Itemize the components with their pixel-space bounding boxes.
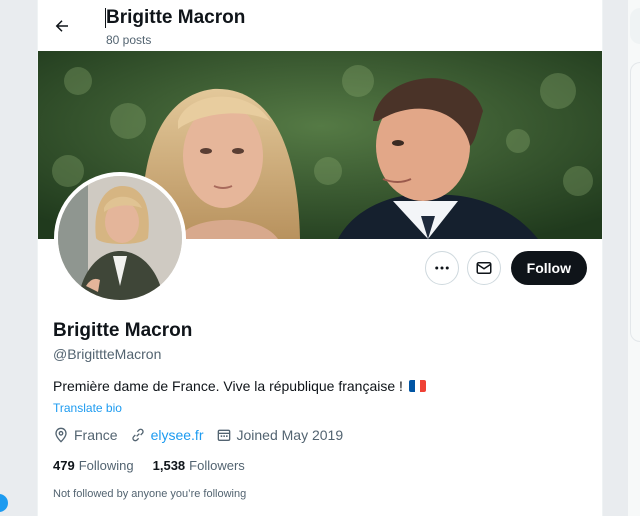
side-card bbox=[630, 62, 640, 342]
profile-meta: France elysee.fr Joined May 2019 bbox=[53, 427, 355, 443]
joined-item: Joined May 2019 bbox=[216, 427, 344, 443]
follow-stats: 479 Following 1,538 Followers bbox=[53, 458, 264, 473]
message-button[interactable] bbox=[466, 251, 501, 285]
user-handle: @BrigittteMacron bbox=[53, 346, 162, 362]
bio-text: Première dame de France. Vive la républi… bbox=[53, 378, 403, 394]
follow-button[interactable]: Follow bbox=[510, 251, 587, 285]
link-icon bbox=[131, 428, 144, 442]
profile-column: Brigitte Macron 80 posts Follow Brigitte… bbox=[37, 0, 603, 516]
website-item[interactable]: elysee.fr bbox=[130, 427, 204, 443]
followers-link[interactable]: 1,538 Followers bbox=[153, 458, 245, 473]
france-flag-icon bbox=[408, 380, 426, 392]
following-count: 479 bbox=[53, 458, 75, 473]
bio: Première dame de France. Vive la républi… bbox=[53, 378, 426, 394]
calendar-icon bbox=[217, 429, 230, 441]
joined-text: Joined May 2019 bbox=[236, 427, 344, 443]
mutual-followers-note: Not followed by anyone you’re following bbox=[53, 488, 247, 500]
posts-count: 80 posts bbox=[106, 33, 152, 47]
followers-label: Followers bbox=[189, 458, 245, 473]
profile-actions: Follow bbox=[424, 251, 587, 285]
display-name: Brigitte Macron bbox=[53, 320, 193, 341]
back-button[interactable] bbox=[48, 12, 76, 40]
translate-bio-link[interactable]: Translate bio bbox=[53, 401, 122, 415]
more-button[interactable] bbox=[424, 251, 459, 285]
location-pin-icon bbox=[55, 427, 67, 443]
profile-header-bar: Brigitte Macron 80 posts bbox=[38, 0, 602, 51]
following-label: Following bbox=[78, 458, 134, 473]
compose-button[interactable] bbox=[0, 494, 8, 512]
following-link[interactable]: 479 Following bbox=[53, 458, 134, 473]
website-link[interactable]: elysee.fr bbox=[151, 427, 204, 443]
side-search-box[interactable] bbox=[630, 8, 640, 44]
arrow-left-icon bbox=[55, 20, 68, 32]
page-title: Brigitte Macron bbox=[106, 7, 246, 28]
location-item: France bbox=[53, 427, 118, 443]
more-horizontal-icon bbox=[434, 266, 449, 270]
followers-count: 1,538 bbox=[152, 458, 186, 473]
envelope-icon bbox=[476, 262, 492, 274]
location-text: France bbox=[74, 427, 118, 443]
avatar[interactable] bbox=[54, 172, 186, 304]
